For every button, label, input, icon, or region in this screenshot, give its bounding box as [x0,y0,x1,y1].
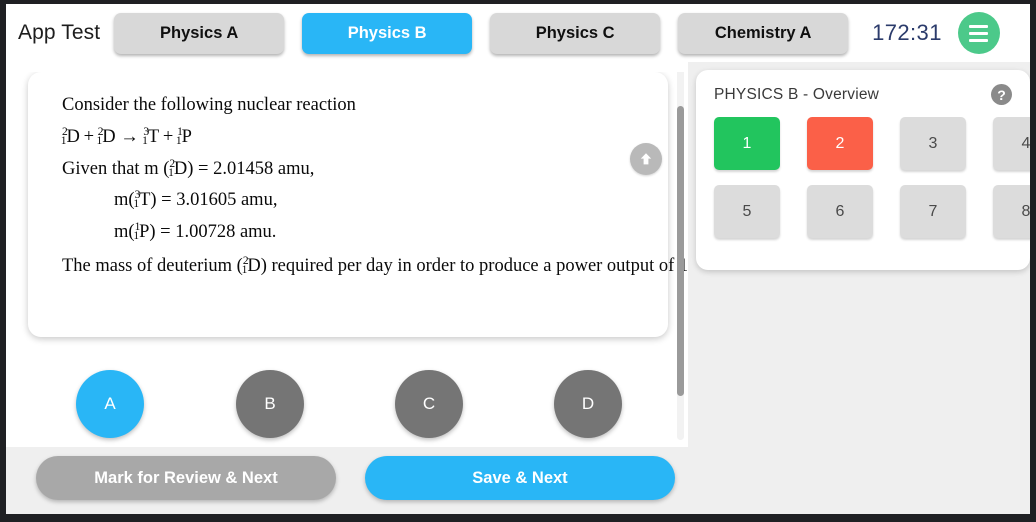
eq-term1-symbol: D [66,126,80,147]
body-part-a: The mass of deuterium ( [62,256,243,277]
eq-plus-2: + [162,126,174,147]
question-number-1[interactable]: 1 [714,117,780,170]
overview-header: PHYSICS B - Overview ? [714,84,1012,105]
menu-bar-3 [969,38,989,42]
option-a[interactable]: A [76,370,144,438]
tab-physics-c[interactable]: Physics C [490,12,661,54]
question-number-4[interactable]: 4 [993,117,1030,170]
eq-term4-symbol: P [181,126,192,147]
option-c[interactable]: C [395,370,463,438]
nuclear-reaction-equation: 21D + 21D → 31T + 11P [61,122,644,154]
eq-term3-symbol: T [147,126,160,147]
body-part-b: ) required per day in order to produce a… [260,256,688,277]
question-number-6[interactable]: 6 [807,185,873,238]
given-prefix: Given that m ( [62,158,170,179]
arrow-up-circle-icon[interactable] [630,143,662,175]
overview-title: PHYSICS B - Overview [714,85,880,103]
question-vertical-scrollbar[interactable] [677,68,684,440]
given-d-symbol: D [173,158,188,179]
given-suffix: ) = 2.01458 amu, [187,158,315,179]
menu-bar-2 [969,31,989,35]
question-number-2[interactable]: 2 [807,117,873,170]
content-area: Consider the following nuclear reaction … [6,62,1030,504]
question-number-5[interactable]: 5 [714,185,780,238]
question-number-7[interactable]: 7 [900,185,966,238]
mp-suffix: ) = 1.00728 amu. [149,222,277,243]
eq-term2-symbol: D [102,126,116,147]
question-panel: Consider the following nuclear reaction … [6,62,688,447]
question-card: Consider the following nuclear reaction … [28,72,688,337]
mt-symbol: T [139,190,151,211]
save-and-next-button[interactable]: Save & Next [365,456,675,500]
mp-prefix: m( [114,222,135,243]
exam-app-window: App Test Physics A Physics B Physics C C… [0,0,1036,522]
top-bar: App Test Physics A Physics B Physics C C… [6,4,1030,62]
option-b[interactable]: B [236,370,304,438]
countdown-timer: 172:31 [872,20,942,45]
menu-bar-1 [969,24,989,28]
option-d[interactable]: D [554,370,622,438]
tab-chemistry-a[interactable]: Chemistry A [678,12,849,54]
question-text: Consider the following nuclear reaction … [61,90,688,283]
given-mass-tritium: m(31T) = 3.01605 amu, [62,185,644,217]
question-overview-panel: PHYSICS B - Overview ? 1 2 3 4 5 6 7 8 [696,70,1030,270]
eq-plus-1: + [83,126,95,147]
app-title: App Test [18,21,101,44]
mark-for-review-button[interactable]: Mark for Review & Next [36,456,336,500]
hamburger-menu-icon[interactable] [957,12,1000,54]
question-number-grid: 1 2 3 4 5 6 7 8 [714,117,1030,238]
question-line-intro: Consider the following nuclear reaction [62,95,356,115]
eq-arrow: → [120,126,139,147]
tab-physics-a[interactable]: Physics A [114,12,285,54]
tab-physics-b[interactable]: Physics B [302,12,473,54]
question-number-8[interactable]: 8 [993,185,1030,238]
mt-suffix: ) = 3.01605 amu, [150,190,278,211]
question-scrollbar-thumb[interactable] [677,106,684,396]
given-mass-deuterium: Given that m (21D) = 2.01458 amu, [62,154,644,186]
help-circle-icon[interactable]: ? [991,84,1012,105]
question-body-paragraph: The mass of deuterium (21D) required per… [62,251,688,283]
body-d-symbol: D [247,256,261,277]
subject-tab-list: Physics A Physics B Physics C Chemistry … [114,12,849,54]
mt-prefix: m( [114,190,135,211]
scroll-clipped-text-artifact [6,62,688,72]
question-number-3[interactable]: 3 [900,117,966,170]
mp-symbol: P [139,222,150,243]
given-mass-proton: m(11P) = 1.00728 amu. [62,217,644,249]
action-bar: Mark for Review & Next Save & Next [6,450,688,504]
answer-options: A B C D [6,359,646,447]
